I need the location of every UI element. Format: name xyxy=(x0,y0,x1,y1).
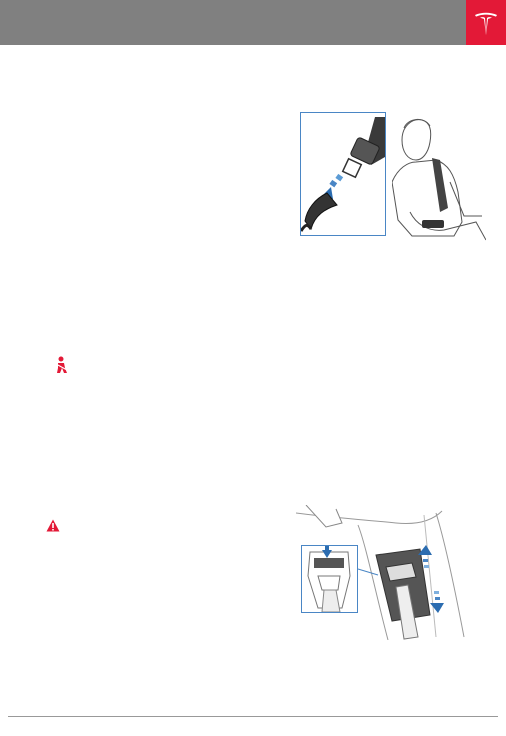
brand-logo-tile xyxy=(466,0,506,45)
footer-divider xyxy=(8,716,498,717)
shoulder-anchor-figure xyxy=(296,505,468,640)
seatbelt-reminder-icon xyxy=(55,356,68,373)
warning-icon xyxy=(46,519,60,532)
tesla-logo-icon xyxy=(475,12,497,35)
anchor-detail-inset xyxy=(301,545,358,613)
seatbelt-buckle-figure xyxy=(299,112,487,252)
page-header-bar xyxy=(0,0,506,45)
buckle-detail-inset xyxy=(299,112,386,236)
seated-person-icon xyxy=(391,112,487,252)
seatbelt-latch-icon xyxy=(341,117,385,179)
